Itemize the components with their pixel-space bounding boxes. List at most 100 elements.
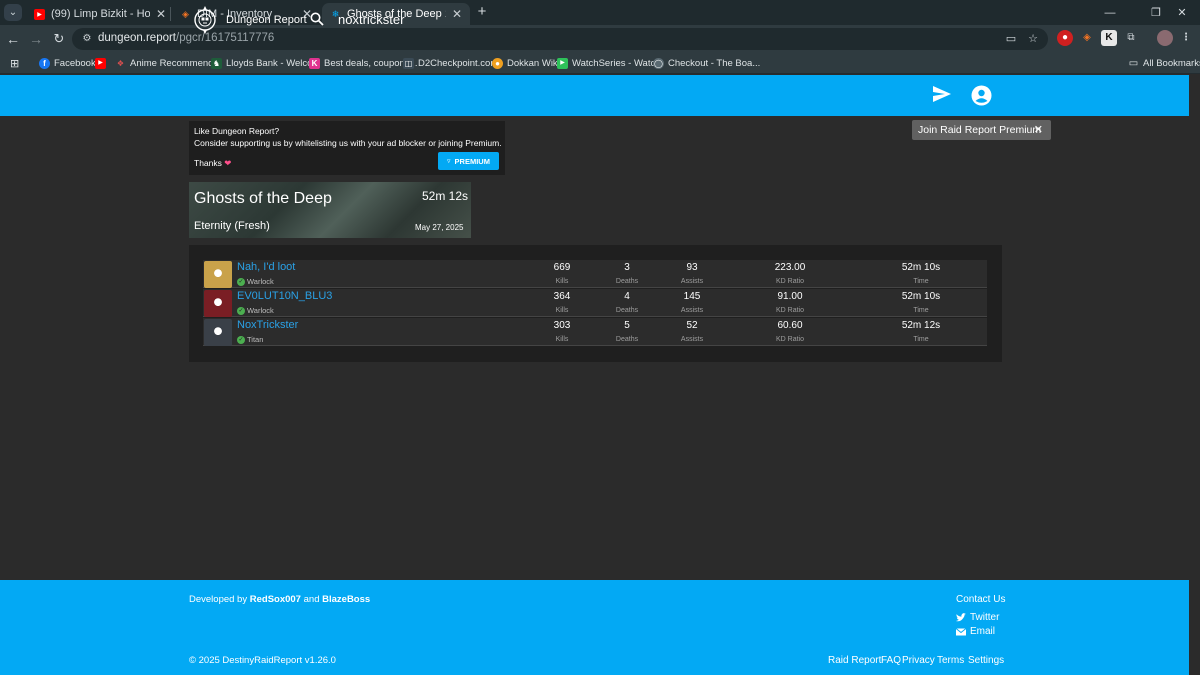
copyright: © 2025 DestinyRaidReport v1.26.0 (189, 655, 336, 666)
footer-link-raid-report[interactable]: Raid Report (828, 655, 881, 666)
bookmark-checkout[interactable]: ◯ Checkout - The Boa... (653, 56, 760, 71)
stat-kd: 60.60 KD Ratio (775, 320, 804, 343)
activity-title: Ghosts of the Deep (194, 190, 332, 207)
folder-icon: ▭ (1128, 58, 1139, 69)
tab-search-menu[interactable]: ⌄ (4, 4, 22, 21)
dungeon-report-logo-icon[interactable] (193, 5, 217, 35)
dokkan-icon: ● (492, 58, 503, 69)
heart-icon: ❤ (224, 158, 232, 168)
watchseries-icon: ▶ (557, 58, 568, 69)
stat-assists: 145 Assists (680, 291, 704, 314)
profile-avatar-icon[interactable] (1157, 30, 1173, 46)
account-icon[interactable] (971, 85, 992, 106)
close-icon[interactable]: ✕ (156, 7, 166, 21)
dim-icon: ◈ (182, 8, 189, 19)
extension-k-icon[interactable]: K (1101, 30, 1117, 46)
player-name-link[interactable]: Nah, I'd loot (237, 261, 295, 273)
support-heading: Like Dungeon Report? (194, 126, 280, 136)
player-emblem (204, 290, 232, 317)
cast-icon[interactable]: ▭ (1004, 32, 1018, 46)
site-header (0, 75, 1189, 116)
globe-icon: ◯ (653, 58, 664, 69)
youtube-icon: ▶ (34, 8, 45, 20)
anime-icon: ❖ (116, 59, 125, 68)
premium-tooltip[interactable]: Join Raid Report Premium ✕ (912, 120, 1051, 140)
footer-link-terms[interactable]: Terms (937, 655, 964, 666)
forward-icon[interactable]: → (27, 30, 45, 48)
address-bar[interactable]: ⚙ dungeon.report/pgcr/16175117776 ▭ ☆ (72, 28, 1048, 50)
player-class: ✓ Warlock (237, 277, 274, 286)
premium-button[interactable]: ▿ PREMIUM (438, 152, 499, 170)
stat-kd: 223.00 KD Ratio (774, 262, 806, 285)
activity-date: May 27, 2025 (415, 223, 464, 232)
bookmark-d2checkpoint[interactable]: ◫ D2Checkpoint.com (403, 56, 498, 71)
dev-link-redsox007[interactable]: RedSox007 (250, 594, 301, 605)
twitter-link[interactable]: Twitter (956, 612, 999, 623)
completed-check-icon: ✓ (237, 335, 245, 344)
player-row[interactable]: EV0LUT10N_BLU3 ✓ Warlock 364 Kills 4 Deaths 145… (203, 289, 987, 317)
activity-banner: Ghosts of the Deep 52m 12s Eternity (Fre… (189, 182, 471, 238)
minimize-icon[interactable]: — (1092, 0, 1128, 25)
diamond-icon: ▿ (447, 158, 451, 165)
lloyds-icon: ♞ (211, 58, 222, 69)
developer-credit: Developed by RedSox007 and BlazeBoss (189, 594, 371, 605)
stat-deaths: 4 Deaths (615, 291, 639, 314)
player-class: ✓ Warlock (237, 306, 274, 315)
checkpoint-icon: ◫ (403, 58, 414, 69)
tab-separator (170, 7, 171, 21)
brand-name[interactable]: Dungeon Report (226, 14, 307, 26)
site-info-icon[interactable]: ⚙ (80, 32, 94, 46)
bookmarks-bar: ⊞ f Facebook ▶ ❖ Anime Recommend... ♞ Lloyd… (0, 53, 1200, 74)
footer-link-faq[interactable]: FAQ (881, 655, 901, 666)
k-deals-icon: K (309, 58, 320, 69)
footer-link-privacy[interactable]: Privacy (902, 655, 935, 666)
bookmark-watchseries[interactable]: ▶ WatchSeries - Watc... (557, 56, 663, 71)
player-row[interactable]: NoxTrickster ✓ Titan 303 Kills 5 Deaths 52 Assis… (203, 318, 987, 346)
tab-title: (99) Limp Bizkit - Hot Dog Lyric (51, 8, 150, 20)
activity-duration: 52m 12s (422, 189, 469, 203)
bookmark-youtube[interactable]: ▶ (95, 56, 110, 71)
stat-deaths: 3 Deaths (615, 262, 639, 285)
stat-kills: 364 Kills (553, 291, 571, 314)
browser-tab-youtube[interactable]: ▶ (99) Limp Bizkit - Hot Dog Lyric ✕ (26, 3, 174, 25)
search-icon[interactable] (310, 12, 324, 26)
extensions-puzzle-icon[interactable]: ⧉ (1123, 30, 1139, 46)
footer-link-settings[interactable]: Settings (968, 655, 1004, 666)
stat-kills: 669 Kills (553, 262, 571, 285)
stat-deaths: 5 Deaths (615, 320, 639, 343)
menu-kebab-icon[interactable]: ⋮ (1178, 30, 1194, 46)
page-scrollbar[interactable] (1189, 75, 1200, 675)
bookmark-star-icon[interactable]: ☆ (1026, 32, 1040, 46)
apps-grid-icon[interactable]: ⊞ (10, 56, 19, 71)
stat-time: 52m 10s Time (901, 262, 941, 285)
player-emblem (204, 261, 232, 288)
stat-kd: 91.00 KD Ratio (775, 291, 804, 314)
window-close-icon[interactable]: ✕ (1164, 0, 1200, 25)
email-link[interactable]: Email (956, 626, 995, 637)
completed-check-icon: ✓ (237, 306, 245, 315)
close-icon[interactable]: ✕ (1034, 123, 1043, 136)
player-emblem (204, 319, 232, 346)
player-row[interactable]: Nah, I'd loot ✓ Warlock 669 Kills 3 Deaths 93 As… (203, 260, 987, 288)
extension-red-icon[interactable]: ● (1057, 30, 1073, 46)
bookmark-lloyds[interactable]: ♞ Lloyds Bank - Welco... (211, 56, 320, 71)
bookmark-dokkan[interactable]: ● Dokkan Wiki (492, 56, 560, 71)
player-name-link[interactable]: NoxTrickster (237, 319, 298, 331)
player-name-link[interactable]: EV0LUT10N_BLU3 (237, 290, 332, 302)
bookmark-anime[interactable]: ❖ Anime Recommend... (115, 56, 221, 71)
bookmark-deals[interactable]: K Best deals, coupons... (309, 56, 417, 71)
browser-tab-strip: ⌄ ▶ (99) Limp Bizkit - Hot Dog Lyric ✕ ◈… (0, 0, 1200, 25)
send-icon[interactable] (933, 86, 951, 102)
extension-dim-icon[interactable]: ◈ (1079, 30, 1095, 46)
stat-assists: 93 Assists (680, 262, 704, 285)
reload-icon[interactable]: ↻ (50, 30, 68, 48)
youtube-icon: ▶ (95, 58, 106, 69)
search-input[interactable] (338, 12, 518, 27)
url-text[interactable]: dungeon.report/pgcr/16175117776 (98, 32, 274, 44)
dev-link-blazeboss[interactable]: BlazeBoss (322, 594, 370, 605)
contact-heading: Contact Us (956, 594, 1006, 605)
all-bookmarks[interactable]: ▭ All Bookmarks (1128, 56, 1200, 71)
back-icon[interactable]: ← (4, 30, 22, 48)
facebook-icon: f (39, 58, 50, 69)
bookmark-facebook[interactable]: f Facebook (39, 56, 96, 71)
